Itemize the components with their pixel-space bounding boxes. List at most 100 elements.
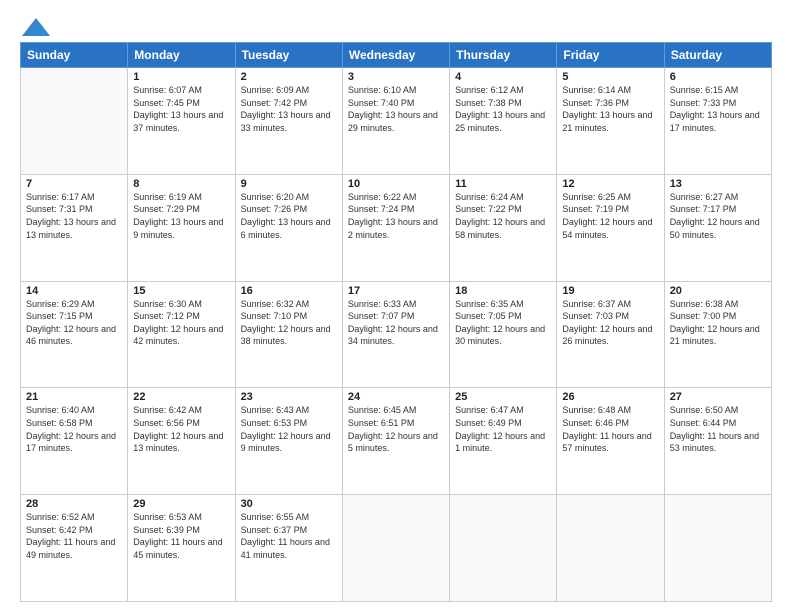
table-row: 1 Sunrise: 6:07 AM Sunset: 7:45 PM Dayli…	[128, 68, 235, 175]
daylight: Daylight: 11 hours and 57 minutes.	[562, 431, 651, 454]
day-info: Sunrise: 6:12 AM Sunset: 7:38 PM Dayligh…	[455, 84, 551, 134]
day-info: Sunrise: 6:29 AM Sunset: 7:15 PM Dayligh…	[26, 298, 122, 348]
day-number: 30	[241, 498, 337, 510]
sunset: Sunset: 6:56 PM	[133, 418, 200, 428]
table-row: 29 Sunrise: 6:53 AM Sunset: 6:39 PM Dayl…	[128, 495, 235, 602]
daylight: Daylight: 13 hours and 2 minutes.	[348, 217, 438, 240]
day-info: Sunrise: 6:38 AM Sunset: 7:00 PM Dayligh…	[670, 298, 766, 348]
daylight: Daylight: 13 hours and 37 minutes.	[133, 110, 223, 133]
table-row: 25 Sunrise: 6:47 AM Sunset: 6:49 PM Dayl…	[450, 388, 557, 495]
day-number: 26	[562, 391, 658, 403]
table-row	[664, 495, 771, 602]
day-number: 1	[133, 71, 229, 83]
day-info: Sunrise: 6:43 AM Sunset: 6:53 PM Dayligh…	[241, 404, 337, 454]
table-row: 9 Sunrise: 6:20 AM Sunset: 7:26 PM Dayli…	[235, 174, 342, 281]
table-row: 18 Sunrise: 6:35 AM Sunset: 7:05 PM Dayl…	[450, 281, 557, 388]
day-info: Sunrise: 6:33 AM Sunset: 7:07 PM Dayligh…	[348, 298, 444, 348]
sunset: Sunset: 7:26 PM	[241, 204, 308, 214]
daylight: Daylight: 11 hours and 53 minutes.	[670, 431, 759, 454]
sunset: Sunset: 7:17 PM	[670, 204, 737, 214]
day-info: Sunrise: 6:48 AM Sunset: 6:46 PM Dayligh…	[562, 404, 658, 454]
daylight: Daylight: 11 hours and 41 minutes.	[241, 537, 330, 560]
day-number: 9	[241, 178, 337, 190]
day-number: 20	[670, 285, 766, 297]
calendar-table: Sunday Monday Tuesday Wednesday Thursday…	[20, 42, 772, 602]
sunset: Sunset: 6:44 PM	[670, 418, 737, 428]
day-info: Sunrise: 6:40 AM Sunset: 6:58 PM Dayligh…	[26, 404, 122, 454]
daylight: Daylight: 11 hours and 49 minutes.	[26, 537, 115, 560]
calendar-week-row: 1 Sunrise: 6:07 AM Sunset: 7:45 PM Dayli…	[21, 68, 772, 175]
day-number: 25	[455, 391, 551, 403]
sunrise: Sunrise: 6:33 AM	[348, 299, 417, 309]
table-row: 17 Sunrise: 6:33 AM Sunset: 7:07 PM Dayl…	[342, 281, 449, 388]
daylight: Daylight: 12 hours and 5 minutes.	[348, 431, 438, 454]
col-tuesday: Tuesday	[235, 43, 342, 68]
sunrise: Sunrise: 6:22 AM	[348, 192, 417, 202]
sunrise: Sunrise: 6:45 AM	[348, 405, 417, 415]
day-number: 2	[241, 71, 337, 83]
sunset: Sunset: 7:22 PM	[455, 204, 522, 214]
table-row: 26 Sunrise: 6:48 AM Sunset: 6:46 PM Dayl…	[557, 388, 664, 495]
day-info: Sunrise: 6:53 AM Sunset: 6:39 PM Dayligh…	[133, 511, 229, 561]
sunrise: Sunrise: 6:55 AM	[241, 512, 310, 522]
day-info: Sunrise: 6:20 AM Sunset: 7:26 PM Dayligh…	[241, 191, 337, 241]
daylight: Daylight: 12 hours and 46 minutes.	[26, 324, 116, 347]
sunrise: Sunrise: 6:09 AM	[241, 85, 310, 95]
logo	[20, 16, 50, 32]
sunrise: Sunrise: 6:35 AM	[455, 299, 524, 309]
table-row: 7 Sunrise: 6:17 AM Sunset: 7:31 PM Dayli…	[21, 174, 128, 281]
day-number: 13	[670, 178, 766, 190]
day-info: Sunrise: 6:07 AM Sunset: 7:45 PM Dayligh…	[133, 84, 229, 134]
sunrise: Sunrise: 6:32 AM	[241, 299, 310, 309]
page: Sunday Monday Tuesday Wednesday Thursday…	[0, 0, 792, 612]
sunrise: Sunrise: 6:12 AM	[455, 85, 524, 95]
day-info: Sunrise: 6:24 AM Sunset: 7:22 PM Dayligh…	[455, 191, 551, 241]
sunrise: Sunrise: 6:20 AM	[241, 192, 310, 202]
sunset: Sunset: 7:15 PM	[26, 311, 93, 321]
day-number: 22	[133, 391, 229, 403]
table-row	[21, 68, 128, 175]
day-info: Sunrise: 6:47 AM Sunset: 6:49 PM Dayligh…	[455, 404, 551, 454]
day-info: Sunrise: 6:37 AM Sunset: 7:03 PM Dayligh…	[562, 298, 658, 348]
sunset: Sunset: 7:24 PM	[348, 204, 415, 214]
calendar-week-row: 28 Sunrise: 6:52 AM Sunset: 6:42 PM Dayl…	[21, 495, 772, 602]
sunset: Sunset: 7:07 PM	[348, 311, 415, 321]
day-number: 11	[455, 178, 551, 190]
sunrise: Sunrise: 6:52 AM	[26, 512, 95, 522]
day-number: 14	[26, 285, 122, 297]
table-row: 27 Sunrise: 6:50 AM Sunset: 6:44 PM Dayl…	[664, 388, 771, 495]
calendar-week-row: 7 Sunrise: 6:17 AM Sunset: 7:31 PM Dayli…	[21, 174, 772, 281]
sunset: Sunset: 6:58 PM	[26, 418, 93, 428]
day-info: Sunrise: 6:19 AM Sunset: 7:29 PM Dayligh…	[133, 191, 229, 241]
day-info: Sunrise: 6:10 AM Sunset: 7:40 PM Dayligh…	[348, 84, 444, 134]
daylight: Daylight: 12 hours and 1 minute.	[455, 431, 545, 454]
col-saturday: Saturday	[664, 43, 771, 68]
daylight: Daylight: 12 hours and 30 minutes.	[455, 324, 545, 347]
sunset: Sunset: 7:36 PM	[562, 98, 629, 108]
day-number: 23	[241, 391, 337, 403]
sunset: Sunset: 7:03 PM	[562, 311, 629, 321]
daylight: Daylight: 13 hours and 29 minutes.	[348, 110, 438, 133]
logo-icon	[22, 18, 50, 36]
day-number: 5	[562, 71, 658, 83]
header	[20, 16, 772, 32]
sunrise: Sunrise: 6:43 AM	[241, 405, 310, 415]
table-row: 11 Sunrise: 6:24 AM Sunset: 7:22 PM Dayl…	[450, 174, 557, 281]
col-thursday: Thursday	[450, 43, 557, 68]
day-number: 6	[670, 71, 766, 83]
sunrise: Sunrise: 6:19 AM	[133, 192, 202, 202]
day-info: Sunrise: 6:42 AM Sunset: 6:56 PM Dayligh…	[133, 404, 229, 454]
day-info: Sunrise: 6:25 AM Sunset: 7:19 PM Dayligh…	[562, 191, 658, 241]
day-info: Sunrise: 6:55 AM Sunset: 6:37 PM Dayligh…	[241, 511, 337, 561]
daylight: Daylight: 13 hours and 6 minutes.	[241, 217, 331, 240]
sunrise: Sunrise: 6:27 AM	[670, 192, 739, 202]
sunrise: Sunrise: 6:53 AM	[133, 512, 202, 522]
table-row: 4 Sunrise: 6:12 AM Sunset: 7:38 PM Dayli…	[450, 68, 557, 175]
day-info: Sunrise: 6:52 AM Sunset: 6:42 PM Dayligh…	[26, 511, 122, 561]
daylight: Daylight: 11 hours and 45 minutes.	[133, 537, 222, 560]
sunrise: Sunrise: 6:40 AM	[26, 405, 95, 415]
day-number: 4	[455, 71, 551, 83]
table-row: 6 Sunrise: 6:15 AM Sunset: 7:33 PM Dayli…	[664, 68, 771, 175]
table-row: 15 Sunrise: 6:30 AM Sunset: 7:12 PM Dayl…	[128, 281, 235, 388]
daylight: Daylight: 13 hours and 9 minutes.	[133, 217, 223, 240]
